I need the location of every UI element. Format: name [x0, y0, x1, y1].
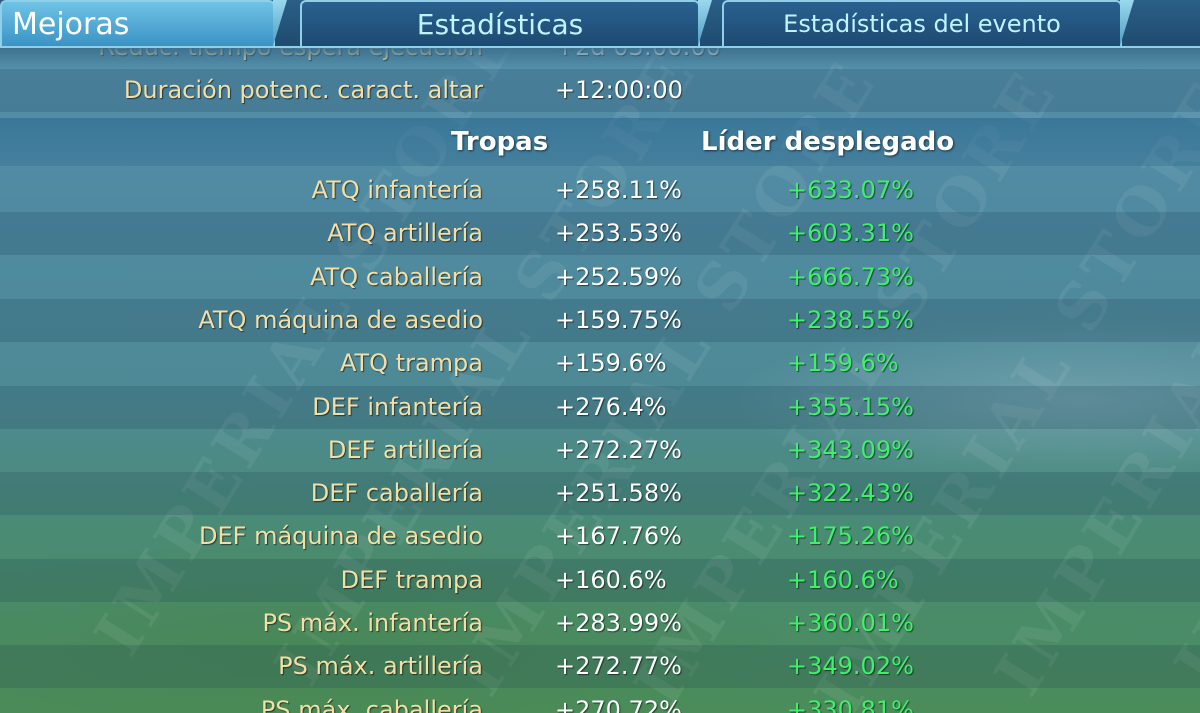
list-item: Reduc. tiempo espera ejecución +2d 03:00…	[0, 48, 1200, 69]
leader-value: +322.43%	[787, 479, 914, 508]
leader-value: +343.09%	[787, 435, 914, 464]
leader-value: +238.55%	[787, 305, 914, 334]
troops-value: +159.6%	[555, 349, 667, 378]
stat-label: PS máx. infantería	[262, 609, 483, 637]
troops-value: +251.58%	[555, 479, 682, 508]
stat-label: ATQ infantería	[311, 176, 483, 204]
table-row: ATQ máquina de asedio +159.75% +238.55%	[0, 298, 1200, 342]
stat-label: ATQ trampa	[339, 349, 483, 378]
stats-list[interactable]: Reduc. tiempo espera ejecución +2d 03:00…	[0, 48, 1200, 713]
table-row: PS máx. caballería +270.72% +330.81%	[0, 689, 1200, 713]
troops-value: +159.75%	[555, 305, 682, 334]
troops-value: +270.72%	[555, 695, 682, 713]
tab-label: Mejoras	[12, 6, 130, 42]
table-row: ATQ trampa +159.6% +159.6%	[0, 342, 1200, 385]
troops-value: +253.53%	[555, 219, 682, 248]
table-row: DEF caballería +251.58% +322.43%	[0, 472, 1200, 516]
tab-mejoras[interactable]: Mejoras	[0, 0, 275, 46]
table-row: DEF infantería +276.4% +355.15%	[0, 385, 1200, 429]
troops-value: +167.76%	[555, 522, 682, 551]
troops-value: +272.27%	[555, 435, 682, 464]
table-row: DEF trampa +160.6% +160.6%	[0, 558, 1200, 602]
troops-value: +276.4%	[555, 392, 667, 421]
leader-value: +330.81%	[787, 695, 914, 713]
leader-value: +603.31%	[787, 219, 914, 248]
leader-value: +666.73%	[787, 262, 914, 291]
stat-label: PS máx. artillería	[278, 652, 483, 681]
leader-value: +633.07%	[787, 176, 914, 204]
column-header-row: Tropas Líder desplegado	[0, 118, 1200, 166]
column-header-leader: Líder desplegado	[701, 127, 955, 157]
leader-value: +355.15%	[787, 392, 914, 421]
table-row: DEF artillería +272.27% +343.09%	[0, 429, 1200, 472]
tab-estadisticas-evento[interactable]: Estadísticas del evento	[722, 0, 1122, 46]
stat-label: DEF caballería	[310, 479, 483, 508]
tab-estadisticas[interactable]: Estadísticas	[300, 0, 700, 46]
troops-value: +283.99%	[555, 609, 682, 637]
table-row: PS máx. infantería +283.99% +360.01%	[0, 602, 1200, 645]
leader-value: +175.26%	[787, 522, 914, 551]
stat-label: DEF trampa	[340, 565, 483, 594]
table-row: DEF máquina de asedio +167.76% +175.26%	[0, 515, 1200, 558]
tab-bar: Mejoras Estadísticas Estadísticas del ev…	[0, 0, 1200, 48]
tab-label: Estadísticas	[416, 7, 584, 41]
stat-label: Reduc. tiempo espera ejecución	[98, 48, 483, 69]
leader-value: +360.01%	[787, 609, 914, 637]
leader-value: +159.6%	[787, 349, 899, 378]
tab-label: Estadísticas del evento	[783, 10, 1061, 38]
table-row: ATQ artillería +253.53% +603.31%	[0, 212, 1200, 256]
stat-label: DEF artillería	[327, 435, 483, 464]
troops-value: +252.59%	[555, 262, 682, 291]
troops-value: +160.6%	[555, 565, 667, 594]
column-header-troops: Tropas	[451, 127, 549, 157]
stat-label: DEF infantería	[312, 392, 483, 421]
stat-label: Duración potenc. caract. altar	[123, 76, 483, 104]
stat-value: +12:00:00	[555, 76, 683, 104]
table-row: ATQ infantería +258.11% +633.07%	[0, 169, 1200, 212]
stat-value: +2d 03:00:00	[555, 48, 721, 69]
stat-label: PS máx. caballería	[260, 695, 483, 713]
troops-value: +258.11%	[555, 176, 682, 204]
table-row: PS máx. artillería +272.77% +349.02%	[0, 645, 1200, 689]
stat-label: ATQ artillería	[327, 219, 483, 248]
leader-value: +160.6%	[787, 565, 899, 594]
stat-label: ATQ caballería	[310, 262, 483, 291]
stat-label: ATQ máquina de asedio	[198, 305, 483, 334]
troops-value: +272.77%	[555, 652, 682, 681]
table-row: ATQ caballería +252.59% +666.73%	[0, 256, 1200, 299]
leader-value: +349.02%	[787, 652, 914, 681]
stat-label: DEF máquina de asedio	[198, 522, 483, 551]
list-item: Duración potenc. caract. altar +12:00:00	[0, 69, 1200, 112]
